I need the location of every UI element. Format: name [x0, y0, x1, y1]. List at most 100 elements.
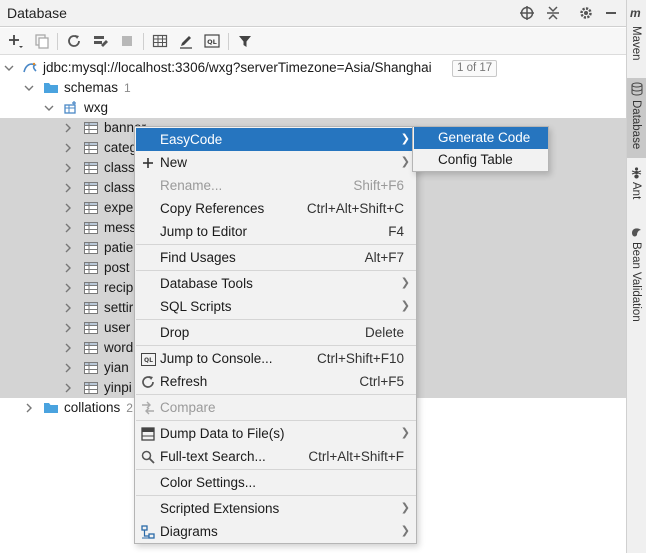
folder-icon [43, 80, 59, 96]
minimize-icon[interactable] [602, 4, 620, 22]
menu-item-copy-references[interactable]: Copy References Ctrl+Alt+Shift+C [136, 197, 416, 220]
menu-item-dump-data[interactable]: Dump Data to File(s) ❯ [136, 422, 416, 445]
table-icon[interactable] [151, 32, 169, 50]
expand-arrow-icon[interactable] [62, 261, 74, 275]
table-name: categ [104, 140, 138, 155]
stop-icon[interactable] [118, 32, 136, 50]
table-icon [83, 240, 99, 256]
crosshair-icon[interactable] [518, 4, 536, 22]
search-icon [140, 449, 156, 465]
table-icon [83, 260, 99, 276]
tab-ant-label: Ant [630, 182, 642, 200]
table-icon [83, 340, 99, 356]
expand-arrow-icon[interactable] [43, 101, 55, 115]
menu-separator [136, 495, 416, 496]
menu-item-jump-to-console[interactable]: QL Jump to Console... Ctrl+Shift+F10 [136, 347, 416, 370]
collations-count: 2 [126, 401, 133, 415]
edit-icon[interactable] [177, 32, 195, 50]
menu-item-color-settings[interactable]: Color Settings... [136, 471, 416, 494]
menu-item-compare[interactable]: Compare [136, 396, 416, 419]
table-name: mess [104, 220, 137, 235]
tool-window-title: Database [7, 5, 67, 21]
db-settings-icon[interactable] [92, 32, 110, 50]
table-icon [83, 120, 99, 136]
expand-arrow-icon[interactable] [62, 241, 74, 255]
add-icon[interactable] [6, 32, 24, 50]
menu-item-refresh[interactable]: Refresh Ctrl+F5 [136, 370, 416, 393]
dump-data-icon [140, 426, 156, 442]
menu-separator [136, 270, 416, 271]
maven-icon: m [630, 6, 641, 20]
table-icon [83, 160, 99, 176]
expand-arrow-icon[interactable] [62, 201, 74, 215]
table-icon [83, 320, 99, 336]
menu-separator [136, 319, 416, 320]
toolbar-separator [57, 33, 58, 50]
gear-icon[interactable] [577, 4, 595, 22]
console-icon[interactable]: QL [203, 32, 221, 50]
submenu-arrow-icon: ❯ [400, 502, 410, 514]
menu-item-jump-to-editor[interactable]: Jump to Editor F4 [136, 220, 416, 243]
bean-validation-icon [630, 226, 643, 242]
submenu-arrow-icon: ❯ [400, 133, 410, 145]
expand-arrow-icon[interactable] [62, 141, 74, 155]
table-name: post [104, 260, 130, 275]
expand-arrow-icon[interactable] [62, 381, 74, 395]
expand-arrow-icon[interactable] [3, 61, 15, 75]
table-name: patie [104, 240, 134, 255]
collapse-all-icon[interactable] [544, 4, 562, 22]
connection-label: jdbc:mysql://localhost:3306/wxg?serverTi… [43, 60, 432, 75]
tab-bean-validation[interactable]: Bean Validation [627, 222, 646, 332]
menu-item-sql-scripts[interactable]: SQL Scripts ❯ [136, 295, 416, 318]
filter-icon[interactable] [236, 32, 254, 50]
database-toolbar: QL [0, 28, 626, 55]
refresh-icon[interactable] [65, 32, 83, 50]
expand-arrow-icon[interactable] [62, 181, 74, 195]
expand-arrow-icon[interactable] [23, 401, 35, 415]
submenu-arrow-icon: ❯ [400, 277, 410, 289]
expand-arrow-icon[interactable] [62, 321, 74, 335]
submenu-item-config-table[interactable]: Config Table [414, 149, 548, 171]
expand-arrow-icon[interactable] [62, 341, 74, 355]
expand-arrow-icon[interactable] [62, 121, 74, 135]
folder-icon [43, 400, 59, 416]
tree-row-connection[interactable]: jdbc:mysql://localhost:3306/wxg?serverTi… [0, 58, 626, 78]
tab-database[interactable]: Database [627, 78, 646, 158]
menu-item-new[interactable]: New ❯ [136, 151, 416, 174]
menu-separator [136, 244, 416, 245]
expand-arrow-icon[interactable] [62, 361, 74, 375]
menu-item-easycode[interactable]: EasyCode ❯ [136, 128, 416, 151]
submenu-item-generate-code[interactable]: Generate Code [414, 127, 548, 149]
table-icon [83, 140, 99, 156]
tab-maven[interactable]: m Maven [627, 4, 646, 70]
schemas-count: 1 [124, 81, 131, 95]
menu-item-rename[interactable]: Rename... Shift+F6 [136, 174, 416, 197]
menu-separator [136, 345, 416, 346]
table-name: user [104, 320, 131, 335]
copy-icon[interactable] [33, 32, 51, 50]
tree-row-schemas[interactable]: schemas 1 [0, 78, 626, 98]
table-icon [83, 360, 99, 376]
menu-item-scripted-extensions[interactable]: Scripted Extensions ❯ [136, 497, 416, 520]
table-name: class [104, 160, 135, 175]
menu-item-database-tools[interactable]: Database Tools ❯ [136, 272, 416, 295]
submenu-arrow-icon: ❯ [400, 427, 410, 439]
database-icon [631, 82, 643, 99]
menu-item-diagrams[interactable]: Diagrams ❯ [136, 520, 416, 543]
submenu-arrow-icon: ❯ [400, 156, 410, 168]
menu-item-find-usages[interactable]: Find Usages Alt+F7 [136, 246, 416, 269]
menu-item-full-text-search[interactable]: Full-text Search... Ctrl+Alt+Shift+F [136, 445, 416, 468]
menu-item-drop[interactable]: Drop Delete [136, 321, 416, 344]
expand-arrow-icon[interactable] [62, 301, 74, 315]
expand-arrow-icon[interactable] [62, 281, 74, 295]
diagram-icon [140, 524, 156, 540]
tab-ant[interactable]: Ant [627, 162, 646, 208]
menu-separator [136, 420, 416, 421]
expand-arrow-icon[interactable] [62, 221, 74, 235]
tree-row-schema-wxg[interactable]: wxg [0, 98, 626, 118]
expand-arrow-icon[interactable] [23, 81, 35, 95]
submenu-arrow-icon: ❯ [400, 525, 410, 537]
table-icon [83, 220, 99, 236]
tab-bean-validation-label: Bean Validation [630, 242, 642, 322]
expand-arrow-icon[interactable] [62, 161, 74, 175]
